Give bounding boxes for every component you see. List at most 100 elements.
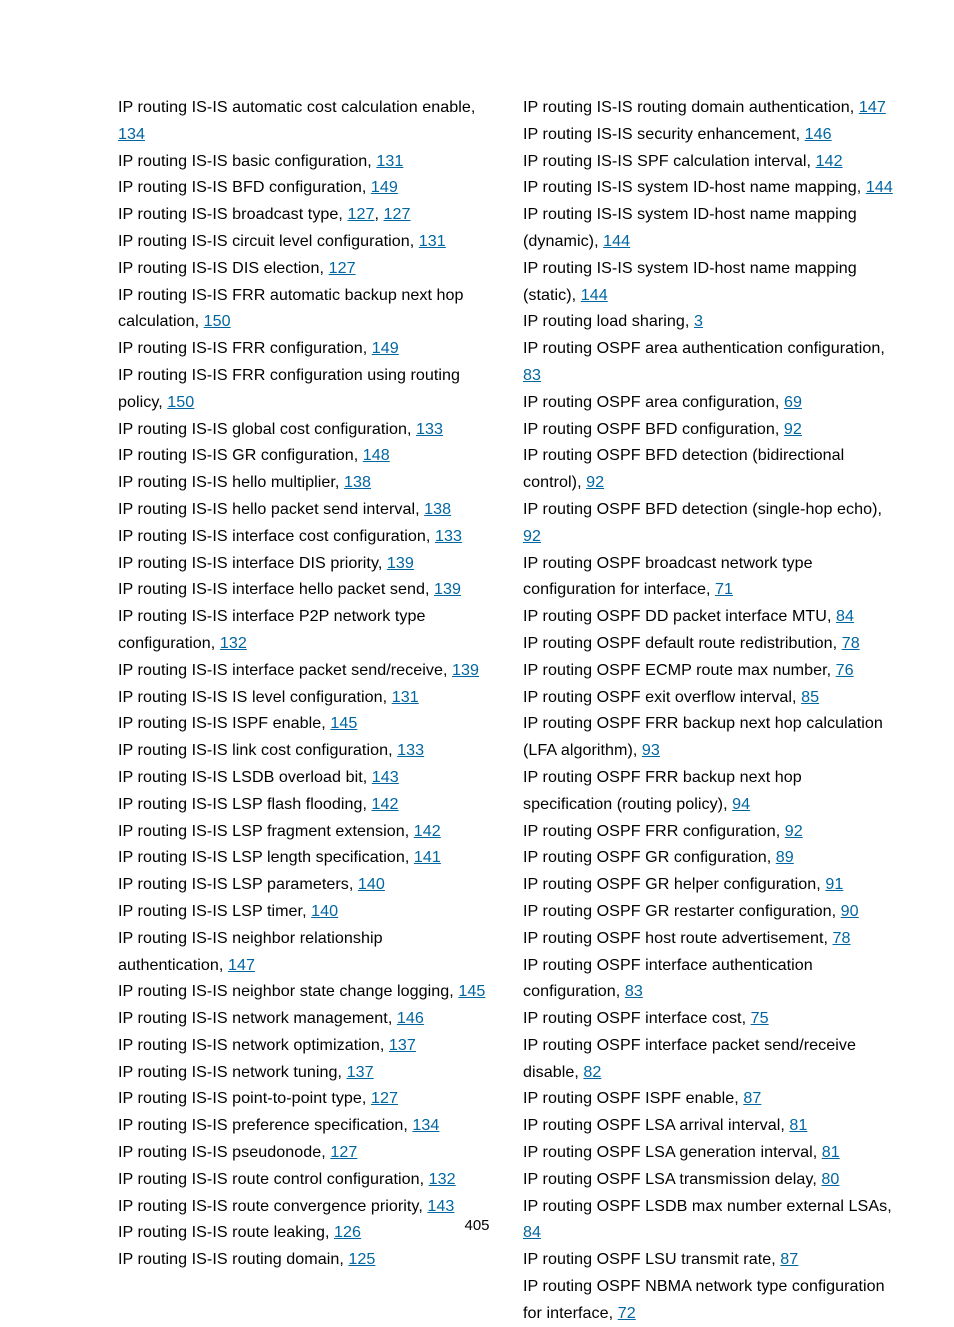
index-entry-text: IP routing OSPF BFD detection (bidirecti…: [523, 446, 844, 491]
page-ref-link[interactable]: 89: [776, 848, 794, 866]
page-ref-link[interactable]: 144: [581, 286, 608, 304]
page-ref-link[interactable]: 85: [801, 688, 819, 706]
page-ref-link[interactable]: 131: [392, 688, 419, 706]
page-ref-link[interactable]: 144: [603, 232, 630, 250]
page-ref-link[interactable]: 144: [866, 178, 893, 196]
page-ref-link[interactable]: 87: [743, 1089, 761, 1107]
index-entry: IP routing IS-IS basic configuration, 13…: [118, 148, 489, 175]
page-ref-link[interactable]: 94: [732, 795, 750, 813]
index-entry: IP routing OSPF BFD detection (bidirecti…: [523, 442, 894, 496]
page-ref-link[interactable]: 92: [785, 822, 803, 840]
page-ref-link[interactable]: 127: [330, 1143, 357, 1161]
page-ref-link[interactable]: 78: [842, 634, 860, 652]
page-ref-link[interactable]: 134: [118, 125, 145, 143]
page-ref-link[interactable]: 127: [329, 259, 356, 277]
page-ref-link[interactable]: 145: [458, 982, 485, 1000]
page-ref-link[interactable]: 133: [435, 527, 462, 545]
index-entry: IP routing IS-IS FRR automatic backup ne…: [118, 282, 489, 336]
page-ref-link[interactable]: 149: [371, 178, 398, 196]
page-ref-link[interactable]: 127: [384, 205, 411, 223]
index-entry: IP routing IS-IS FRR configuration using…: [118, 362, 489, 416]
page-ref-link[interactable]: 133: [416, 420, 443, 438]
page-ref-link[interactable]: 69: [784, 393, 802, 411]
page-ref-link[interactable]: 127: [371, 1089, 398, 1107]
page-ref-link[interactable]: 78: [833, 929, 851, 947]
page-ref-link[interactable]: 138: [344, 473, 371, 491]
page-ref-link[interactable]: 147: [859, 98, 886, 116]
page-ref-link[interactable]: 3: [694, 312, 703, 330]
page-ref-link[interactable]: 81: [822, 1143, 840, 1161]
index-entry: IP routing IS-IS network optimization, 1…: [118, 1032, 489, 1059]
index-entry-text: IP routing OSPF exit overflow interval,: [523, 688, 801, 706]
page-ref-link[interactable]: 150: [167, 393, 194, 411]
page-ref-link[interactable]: 71: [715, 580, 733, 598]
page-ref-link[interactable]: 84: [836, 607, 854, 625]
index-entry: IP routing OSPF GR helper configuration,…: [523, 871, 894, 898]
page-ref-link[interactable]: 83: [523, 366, 541, 384]
page-ref-link[interactable]: 146: [397, 1009, 424, 1027]
page-ref-link[interactable]: 146: [805, 125, 832, 143]
index-entry: IP routing IS-IS BFD configuration, 149: [118, 174, 489, 201]
page-ref-link[interactable]: 83: [625, 982, 643, 1000]
page-ref-link[interactable]: 131: [419, 232, 446, 250]
page-ref-link[interactable]: 139: [434, 580, 461, 598]
index-entry: IP routing OSPF DD packet interface MTU,…: [523, 603, 894, 630]
page-ref-link[interactable]: 143: [427, 1197, 454, 1215]
index-entry-text: IP routing OSPF DD packet interface MTU,: [523, 607, 836, 625]
page-ref-link[interactable]: 131: [376, 152, 403, 170]
index-entry: IP routing IS-IS ISPF enable, 145: [118, 710, 489, 737]
page-ref-link[interactable]: 137: [389, 1036, 416, 1054]
page-ref-link[interactable]: 145: [330, 714, 357, 732]
page-ref-link[interactable]: 147: [228, 956, 255, 974]
index-entry-text: IP routing OSPF broadcast network type c…: [523, 554, 813, 599]
page-ref-link[interactable]: 92: [784, 420, 802, 438]
page-number: 405: [0, 1217, 954, 1234]
page-ref-link[interactable]: 90: [841, 902, 859, 920]
page-ref-link[interactable]: 148: [363, 446, 390, 464]
page-ref-link[interactable]: 81: [789, 1116, 807, 1134]
page-ref-link[interactable]: 125: [348, 1250, 375, 1268]
index-entry-text: IP routing IS-IS LSP flash flooding,: [118, 795, 372, 813]
page-ref-link[interactable]: 142: [414, 822, 441, 840]
page-ref-link[interactable]: 150: [204, 312, 231, 330]
page-ref-link[interactable]: 141: [414, 848, 441, 866]
index-entry-text: IP routing IS-IS network tuning,: [118, 1063, 347, 1081]
page-ref-link[interactable]: 92: [523, 527, 541, 545]
index-entry: IP routing IS-IS hello packet send inter…: [118, 496, 489, 523]
page-ref-link[interactable]: 138: [424, 500, 451, 518]
index-entry: IP routing IS-IS routing domain, 125: [118, 1246, 489, 1273]
page-ref-link[interactable]: 80: [821, 1170, 839, 1188]
index-entry: IP routing OSPF interface authentication…: [523, 952, 894, 1006]
page-ref-link[interactable]: 143: [372, 768, 399, 786]
index-entry: IP routing OSPF BFD configuration, 92: [523, 416, 894, 443]
index-entry-text: IP routing IS-IS point-to-point type,: [118, 1089, 371, 1107]
index-entry: IP routing IS-IS interface packet send/r…: [118, 657, 489, 684]
page-ref-link[interactable]: 76: [836, 661, 854, 679]
page-ref-link[interactable]: 134: [412, 1116, 439, 1134]
page-ref-link[interactable]: 127: [347, 205, 374, 223]
index-entry-text: IP routing IS-IS circuit level configura…: [118, 232, 419, 250]
page-ref-link[interactable]: 140: [311, 902, 338, 920]
index-entry: IP routing IS-IS DIS election, 127: [118, 255, 489, 282]
page-ref-link[interactable]: 142: [372, 795, 399, 813]
page-ref-link[interactable]: 142: [816, 152, 843, 170]
page-ref-link[interactable]: 133: [397, 741, 424, 759]
page-ref-link[interactable]: 72: [618, 1304, 636, 1322]
page-ref-link[interactable]: 82: [583, 1063, 601, 1081]
page-ref-link[interactable]: 87: [780, 1250, 798, 1268]
page-ref-link[interactable]: 140: [358, 875, 385, 893]
index-entry-text: IP routing OSPF FRR configuration,: [523, 822, 785, 840]
page-ref-link[interactable]: 139: [387, 554, 414, 572]
index-columns: IP routing IS-IS automatic cost calculat…: [118, 94, 894, 1327]
page-ref-link[interactable]: 132: [220, 634, 247, 652]
page-ref-link[interactable]: 91: [825, 875, 843, 893]
page-ref-link[interactable]: 92: [586, 473, 604, 491]
page-ref-link[interactable]: 93: [642, 741, 660, 759]
page-ref-link[interactable]: 132: [429, 1170, 456, 1188]
page-ref-link[interactable]: 149: [372, 339, 399, 357]
index-entry: IP routing IS-IS system ID-host name map…: [523, 255, 894, 309]
page-ref-link[interactable]: 139: [452, 661, 479, 679]
page-ref-link[interactable]: 137: [347, 1063, 374, 1081]
index-entry: IP routing IS-IS LSP fragment extension,…: [118, 818, 489, 845]
page-ref-link[interactable]: 75: [751, 1009, 769, 1027]
